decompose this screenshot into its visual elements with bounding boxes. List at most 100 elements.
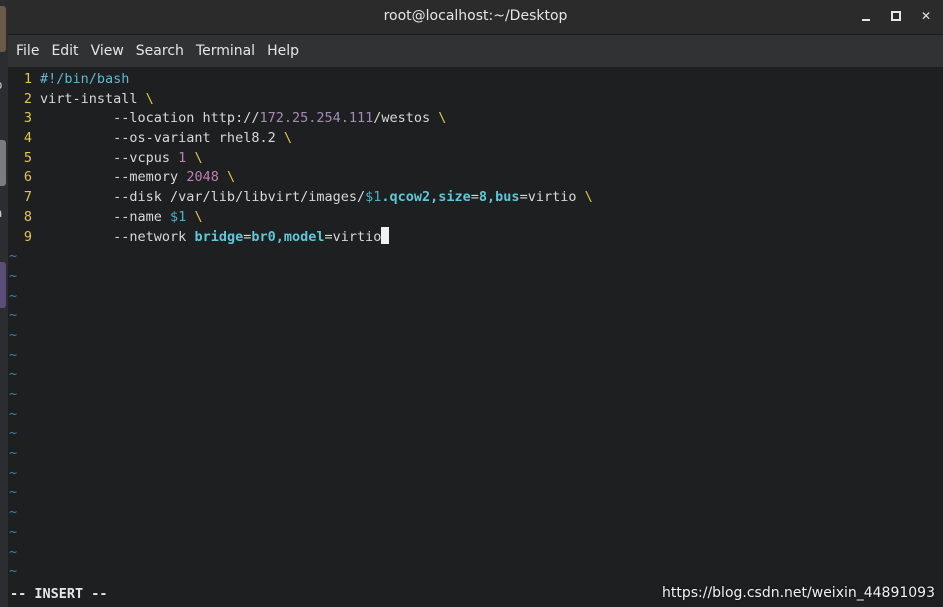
menu-terminal[interactable]: Terminal	[190, 37, 261, 65]
line-content: --network bridge=br0,model=virtio	[40, 227, 390, 248]
code-line[interactable]: 3 --location http://172.25.254.111/westo…	[8, 109, 943, 129]
empty-lines: ~ ~ ~ ~ ~ ~ ~ ~ ~ ~ ~ ~ ~ ~ ~ ~ ~	[8, 247, 943, 582]
code-token: 2048	[186, 169, 219, 186]
code-token: .qcow2,size	[381, 189, 471, 206]
empty-line-marker: ~	[8, 247, 943, 267]
tilde-marker: ~	[9, 543, 18, 560]
close-button[interactable]: ✕	[917, 7, 935, 25]
code-token: 172.25.254.111	[259, 110, 374, 127]
menu-view[interactable]: View	[85, 37, 130, 65]
line-content: --name $1 \	[40, 208, 202, 228]
tilde-marker: ~	[9, 464, 18, 481]
code-token: $1	[170, 208, 187, 225]
empty-line-marker: ~	[8, 365, 943, 385]
tilde-marker: ~	[9, 346, 18, 363]
line-number: 1	[23, 71, 32, 87]
code-line[interactable]: 5 --vcpus 1 \	[8, 149, 943, 169]
code-token: --location http://	[40, 110, 260, 127]
empty-line-marker: ~	[8, 424, 943, 444]
code-line[interactable]: 1 #!/bin/bash	[8, 70, 943, 90]
title-bar[interactable]: root@localhost:~/Desktop ✕	[8, 0, 943, 35]
empty-line-marker: ~	[8, 405, 943, 425]
maximize-button[interactable]	[887, 7, 905, 25]
empty-line-marker: ~	[8, 444, 943, 464]
terminal-window: root@localhost:~/Desktop ✕ File Edit Vie…	[8, 0, 943, 607]
code-token: --os-variant rhel8.2	[40, 130, 284, 147]
code-token: br0,model	[251, 228, 325, 245]
tilde-marker: ~	[9, 405, 18, 422]
empty-line-marker: ~	[8, 287, 943, 307]
line-content: --disk /var/lib/libvirt/images/$1.qcow2,…	[40, 188, 593, 208]
empty-line-marker: ~	[8, 543, 943, 563]
line-number: 5	[23, 149, 32, 166]
code-token: \	[438, 110, 447, 127]
menu-search[interactable]: Search	[130, 37, 190, 65]
empty-line-marker: ~	[8, 483, 943, 503]
tilde-marker: ~	[9, 248, 18, 265]
empty-line-marker: ~	[8, 326, 943, 346]
empty-line-marker: ~	[8, 503, 943, 523]
line-number: 9	[23, 228, 32, 245]
desktop-strip: o a t	[0, 0, 8, 607]
code-token: --vcpus	[40, 149, 179, 166]
tilde-marker: ~	[9, 307, 18, 324]
code-token: \	[194, 149, 203, 166]
tilde-marker: ~	[9, 504, 18, 521]
code-token: --name	[40, 208, 171, 225]
empty-line-marker: ~	[8, 562, 943, 582]
empty-line-marker: ~	[8, 385, 943, 405]
empty-line-marker: ~	[8, 464, 943, 484]
code-token: =	[470, 189, 479, 206]
empty-line-marker: ~	[8, 267, 943, 287]
vim-editor[interactable]: 1 #!/bin/bash 2 virt-install \ 3 --location …	[8, 67, 943, 607]
menu-file[interactable]: File	[10, 37, 45, 65]
tilde-marker: ~	[9, 445, 18, 462]
code-line[interactable]: 4 --os-variant rhel8.2 \	[8, 129, 943, 149]
code-lines: 1 #!/bin/bash 2 virt-install \ 3 --location …	[8, 70, 943, 247]
code-line[interactable]: 9 --network bridge=br0,model=virtio	[8, 227, 943, 248]
code-line[interactable]: 7 --disk /var/lib/libvirt/images/$1.qcow…	[8, 188, 943, 208]
code-token: \	[584, 189, 593, 206]
desktop-icon[interactable]	[0, 140, 6, 186]
desktop-icon[interactable]	[0, 6, 6, 52]
maximize-icon	[891, 11, 901, 21]
code-token: 8,bus	[478, 189, 520, 206]
code-line[interactable]: 6 --memory 2048 \	[8, 168, 943, 188]
code-token: virt-install	[40, 90, 146, 107]
line-number: 3	[23, 110, 32, 127]
code-token: --disk /var/lib/libvirt/images/	[40, 189, 366, 206]
desktop-icon-label: o	[0, 78, 2, 92]
line-number: 6	[23, 169, 32, 186]
minimize-button[interactable]	[857, 7, 875, 25]
code-token: \	[145, 90, 154, 107]
menu-edit[interactable]: Edit	[45, 37, 84, 65]
menu-help[interactable]: Help	[261, 37, 305, 65]
empty-line-marker: ~	[8, 306, 943, 326]
code-token: $1	[365, 189, 382, 206]
line-content: --memory 2048 \	[40, 168, 235, 188]
tilde-marker: ~	[9, 425, 18, 442]
close-icon: ✕	[920, 9, 932, 23]
desktop-icon[interactable]	[0, 262, 6, 308]
desktop-icon-label: a	[0, 206, 2, 220]
line-number: 7	[23, 189, 32, 206]
tilde-marker: ~	[9, 287, 18, 304]
code-token: =virtio	[519, 189, 585, 206]
line-number: 4	[23, 130, 32, 147]
code-token: \	[226, 169, 236, 186]
code-token: /westos	[373, 110, 439, 127]
code-token: bridge	[194, 228, 244, 245]
line-number: 8	[23, 208, 32, 225]
minimize-icon	[862, 19, 870, 21]
watermark: https://blog.csdn.net/weixin_44891093	[661, 585, 935, 601]
line-content: virt-install \	[40, 90, 154, 110]
line-number: 2	[23, 90, 32, 107]
code-line[interactable]: 2 virt-install \	[8, 90, 943, 110]
tilde-marker: ~	[9, 523, 18, 540]
code-line[interactable]: 8 --name $1 \	[8, 208, 943, 228]
empty-line-marker: ~	[8, 346, 943, 366]
tilde-marker: ~	[9, 366, 18, 383]
code-token: \	[283, 130, 292, 147]
window-controls: ✕	[857, 0, 935, 32]
